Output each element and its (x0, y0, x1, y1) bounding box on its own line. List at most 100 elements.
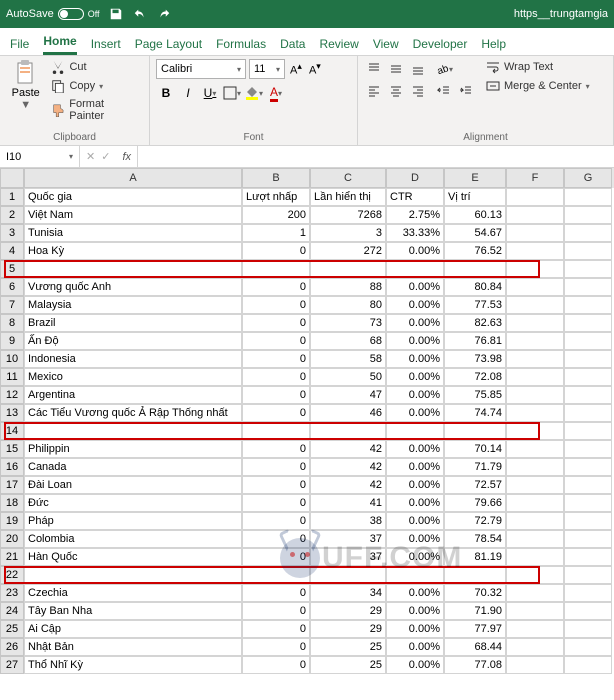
cell[interactable] (564, 224, 612, 242)
cell[interactable]: Malaysia (24, 296, 242, 314)
cell[interactable]: Pháp (24, 512, 242, 530)
row-header[interactable]: 7 (0, 296, 24, 314)
cell[interactable]: 25 (310, 638, 386, 656)
cell[interactable]: Hàn Quốc (24, 548, 242, 566)
cell[interactable] (564, 332, 612, 350)
column-header-b[interactable]: B (242, 168, 310, 188)
row-header[interactable]: 11 (0, 368, 24, 386)
cell[interactable]: 37 (310, 530, 386, 548)
fx-icon[interactable]: fx (116, 146, 138, 167)
cell[interactable] (386, 260, 444, 278)
cell[interactable]: 0.00% (386, 620, 444, 638)
column-header-c[interactable]: C (310, 168, 386, 188)
spreadsheet-grid[interactable]: A B C D E F G 1Quốc giaLượt nhấpLần hiển… (0, 168, 614, 674)
cell[interactable]: 47 (310, 386, 386, 404)
cell[interactable]: Lần hiển thị (310, 188, 386, 206)
cell[interactable] (564, 350, 612, 368)
cell[interactable] (506, 548, 564, 566)
cell[interactable] (506, 260, 564, 278)
cell[interactable]: 50 (310, 368, 386, 386)
cell[interactable]: 29 (310, 602, 386, 620)
cell[interactable] (564, 638, 612, 656)
cell[interactable]: 0.00% (386, 512, 444, 530)
cell[interactable]: 0 (242, 440, 310, 458)
column-header-g[interactable]: G (564, 168, 612, 188)
redo-icon[interactable] (156, 6, 172, 22)
cell[interactable]: 80 (310, 296, 386, 314)
decrease-indent-icon[interactable] (434, 81, 454, 101)
cell[interactable]: 42 (310, 440, 386, 458)
cell[interactable] (506, 620, 564, 638)
cell[interactable]: 0 (242, 314, 310, 332)
row-header[interactable]: 3 (0, 224, 24, 242)
cell[interactable]: 81.19 (444, 548, 506, 566)
cell[interactable]: 77.53 (444, 296, 506, 314)
cell[interactable] (506, 242, 564, 260)
cell[interactable]: 0 (242, 584, 310, 602)
cell[interactable]: 80.84 (444, 278, 506, 296)
cell[interactable] (242, 260, 310, 278)
name-box[interactable]: I10▾ (0, 146, 80, 167)
cell[interactable]: 72.79 (444, 512, 506, 530)
cell[interactable] (506, 440, 564, 458)
cell[interactable]: 70.14 (444, 440, 506, 458)
cell[interactable]: 0.00% (386, 548, 444, 566)
enter-icon[interactable]: ✓ (101, 150, 110, 163)
cell[interactable]: 0 (242, 476, 310, 494)
cell[interactable]: 0 (242, 530, 310, 548)
cell[interactable] (506, 512, 564, 530)
cell[interactable]: 0.00% (386, 332, 444, 350)
cell[interactable]: Czechia (24, 584, 242, 602)
cell[interactable]: Việt Nam (24, 206, 242, 224)
cell[interactable]: 0 (242, 602, 310, 620)
cell[interactable] (444, 566, 506, 584)
cell[interactable] (506, 386, 564, 404)
cell[interactable] (564, 296, 612, 314)
cell[interactable] (24, 422, 242, 440)
cell[interactable] (506, 566, 564, 584)
paste-button[interactable]: Paste ▼ (6, 59, 45, 123)
align-middle-icon[interactable] (386, 59, 406, 79)
select-all-corner[interactable] (0, 168, 24, 188)
cell[interactable] (310, 260, 386, 278)
cell[interactable] (564, 602, 612, 620)
cell[interactable]: Colombia (24, 530, 242, 548)
increase-indent-icon[interactable] (456, 81, 476, 101)
cell[interactable] (506, 458, 564, 476)
row-header[interactable]: 19 (0, 512, 24, 530)
cell[interactable]: 74.74 (444, 404, 506, 422)
cell[interactable] (310, 566, 386, 584)
cell[interactable]: 0 (242, 656, 310, 674)
italic-button[interactable]: I (178, 83, 198, 103)
row-header[interactable]: 18 (0, 494, 24, 512)
cell[interactable]: 0 (242, 242, 310, 260)
cell[interactable] (506, 350, 564, 368)
cell[interactable]: 73.98 (444, 350, 506, 368)
tab-formulas[interactable]: Formulas (216, 33, 266, 55)
cut-button[interactable]: Cut (49, 59, 143, 75)
cell[interactable] (506, 224, 564, 242)
cell[interactable] (444, 422, 506, 440)
cell[interactable] (506, 476, 564, 494)
tab-page-layout[interactable]: Page Layout (135, 33, 202, 55)
align-top-icon[interactable] (364, 59, 384, 79)
cell[interactable]: 34 (310, 584, 386, 602)
cell[interactable]: 68.44 (444, 638, 506, 656)
cell[interactable] (564, 440, 612, 458)
row-header[interactable]: 25 (0, 620, 24, 638)
cell[interactable]: 54.67 (444, 224, 506, 242)
column-header-d[interactable]: D (386, 168, 444, 188)
decrease-font-icon[interactable]: A▾ (307, 59, 323, 79)
cell[interactable]: 0.00% (386, 404, 444, 422)
cell[interactable]: Tunisia (24, 224, 242, 242)
cell[interactable]: 0 (242, 332, 310, 350)
cell[interactable]: Philippin (24, 440, 242, 458)
cell[interactable]: 70.32 (444, 584, 506, 602)
cell[interactable]: Lượt nhấp (242, 188, 310, 206)
cell[interactable] (506, 584, 564, 602)
column-header-f[interactable]: F (506, 168, 564, 188)
merge-center-button[interactable]: Merge & Center ▾ (484, 78, 592, 94)
row-header[interactable]: 1 (0, 188, 24, 206)
row-header[interactable]: 12 (0, 386, 24, 404)
formula-input[interactable] (138, 146, 614, 167)
